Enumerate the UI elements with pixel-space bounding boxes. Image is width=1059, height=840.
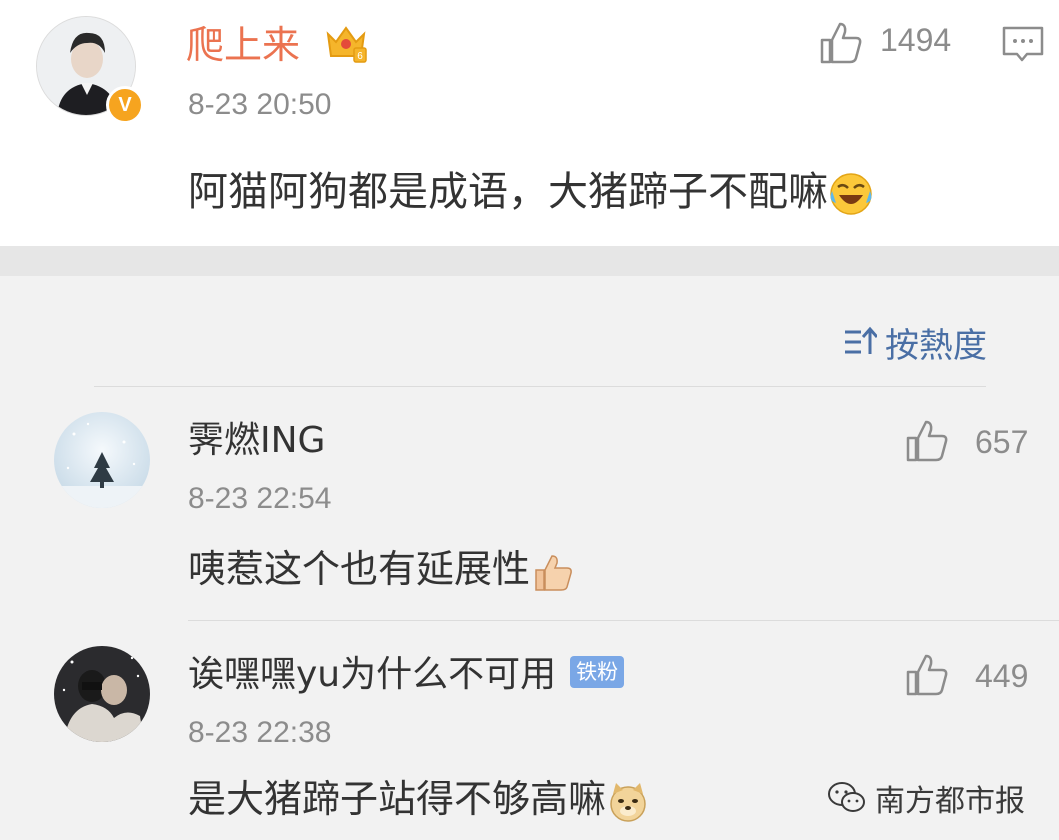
post-text: 阿猫阿狗都是成语，大猪蹄子不配嘛	[188, 164, 874, 220]
comment-text: 咦惹这个也有延展性	[188, 544, 574, 594]
like-icon[interactable]	[904, 418, 950, 464]
weibo-post: V 爬上来 6 8-23 20:50 1494 阿猫阿狗都是成语，大猪蹄子不配嘛	[0, 0, 1059, 246]
verified-badge-icon: V	[106, 86, 144, 124]
laughing-crying-emoji-icon	[830, 173, 872, 215]
thumbs-up-emoji-icon	[535, 554, 572, 591]
comment-text-content: 咦惹这个也有延展性	[188, 547, 531, 591]
sort-by-hot-button[interactable]: 按熱度	[843, 320, 987, 366]
post-time: 8-23 20:50	[188, 88, 332, 121]
sort-label: 按熱度	[885, 325, 987, 366]
crown-icon: 6	[326, 26, 367, 63]
comment-time: 8-23 22:38	[188, 716, 332, 749]
svg-text:6: 6	[357, 51, 363, 62]
post-like-count: 1494	[880, 22, 952, 58]
comment-like-count: 449	[975, 658, 1029, 694]
comment-like-count: 657	[975, 424, 1029, 460]
comment-username[interactable]: 霁燃ING	[188, 418, 325, 464]
watermark-text: 南方都市报	[875, 784, 1025, 819]
doge-emoji-icon	[610, 782, 646, 822]
comment-time: 8-23 22:54	[188, 482, 332, 515]
like-icon[interactable]	[904, 652, 950, 698]
divider	[188, 620, 1059, 621]
fan-badge: 铁粉	[570, 656, 625, 688]
divider	[94, 386, 986, 387]
comment-text: 是大猪蹄子站得不够高嘛	[188, 774, 650, 824]
section-separator	[0, 246, 1059, 276]
sort-icon	[845, 326, 877, 354]
comment-avatar[interactable]	[54, 412, 150, 508]
comment-text-content: 是大猪蹄子站得不够高嘛	[188, 777, 607, 821]
watermark: 南方都市报	[827, 776, 1025, 820]
post-username[interactable]: 爬上来	[186, 20, 300, 70]
comment-avatar[interactable]	[54, 646, 150, 742]
comment-username-text: 诶嘿嘿yu为什么不可用	[188, 654, 557, 695]
post-text-content: 阿猫阿狗都是成语，大猪蹄子不配嘛	[188, 169, 828, 215]
post-avatar[interactable]: V	[36, 16, 144, 124]
comment-username[interactable]: 诶嘿嘿yu为什么不可用 铁粉	[188, 652, 625, 698]
like-icon[interactable]	[818, 20, 864, 66]
wechat-icon	[828, 782, 865, 812]
comment-icon[interactable]	[1000, 24, 1046, 66]
